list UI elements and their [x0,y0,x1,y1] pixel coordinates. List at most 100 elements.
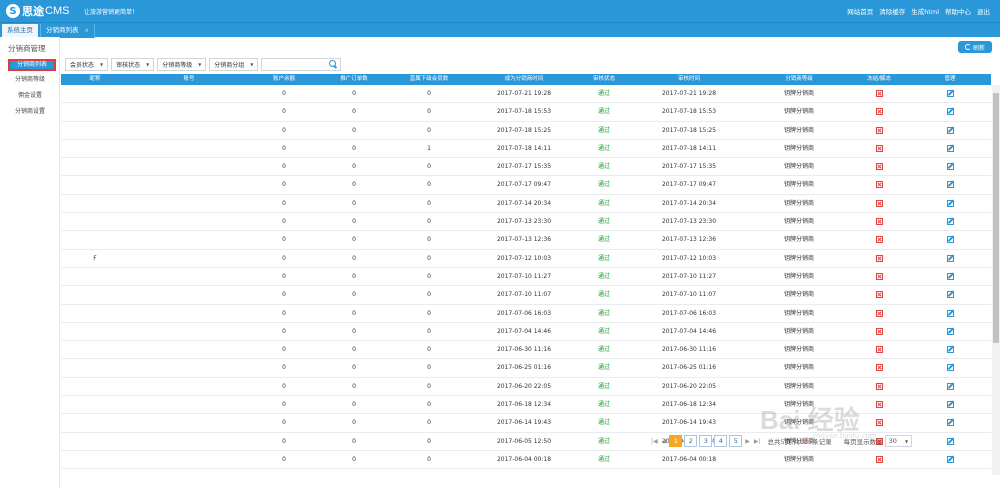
freeze-toggle-icon[interactable] [875,236,883,244]
cell-orders: 0 [352,163,356,171]
link-site-home[interactable]: 网站首页 [847,6,873,16]
col-audit-status[interactable]: 审核状态 [579,74,629,85]
scrollbar-thumb[interactable] [993,93,999,343]
freeze-toggle-icon[interactable] [875,90,883,97]
search-input[interactable] [261,58,342,71]
cell-manage [909,195,991,212]
edit-icon[interactable] [946,327,954,335]
cell-join-time: 2017-07-13 23:30 [496,218,552,226]
cell-manage [909,176,991,193]
cell-audit-status: 通过 [597,181,610,189]
tab-system-home[interactable]: 系统主页 [2,24,38,38]
freeze-toggle-icon[interactable] [875,254,883,262]
freeze-toggle-icon[interactable] [875,346,883,354]
edit-icon[interactable] [946,309,954,317]
distributor-group-select[interactable]: 分销商分组 ▼ [209,58,259,71]
link-generate-html[interactable]: 生成html [911,6,939,16]
freeze-toggle-icon[interactable] [875,199,883,207]
edit-icon[interactable] [946,272,954,280]
freeze-toggle-icon[interactable] [875,181,883,189]
table-row: 0 0 0 2017-07-14 20:34 通过 2017-07-14 20:34 钥牌分… [61,195,991,214]
freeze-toggle-icon[interactable] [875,218,883,226]
col-join-time[interactable]: 成为分销商时间 [469,74,579,85]
freeze-toggle-icon[interactable] [875,126,883,134]
sidebar-item-distributor-level[interactable]: 分销商等级 [0,74,60,86]
cell-subordinates: 0 [427,401,431,409]
link-help-center[interactable]: 帮助中心 [945,6,971,16]
cell-freeze [849,323,909,340]
cell-audit-status: 通过 [597,163,610,171]
cell-freeze [849,103,909,120]
edit-icon[interactable] [946,346,954,354]
prev-page-icon[interactable]: ◀ [661,438,668,445]
cell-orders: 0 [352,181,356,189]
freeze-toggle-icon[interactable] [875,382,883,390]
cell-join-time: 2017-06-20 22:05 [496,382,552,390]
vertical-scrollbar[interactable] [992,85,1000,475]
cell-audit-status: 通过 [597,291,610,299]
logo[interactable]: S 思途 CMS [6,3,69,19]
edit-icon[interactable] [946,108,954,116]
link-clear-cache[interactable]: 清除缓存 [879,6,905,16]
link-logout[interactable]: 退出 [977,6,990,16]
sidebar-item-distributor-settings[interactable]: 分销商设置 [0,106,60,118]
cell-manage [909,451,991,468]
search-icon[interactable] [328,60,338,70]
freeze-toggle-icon[interactable] [875,108,883,116]
tab-distributor-list[interactable]: 分销商列表 × [40,24,95,38]
cell-account [129,250,249,267]
member-status-select[interactable]: 会员状态 ▼ [65,58,109,71]
page-button-2[interactable]: 2 [684,435,698,447]
freeze-toggle-icon[interactable] [875,309,883,317]
cell-freeze [849,378,909,395]
edit-icon[interactable] [946,218,954,226]
page-button-4[interactable]: 4 [714,435,728,447]
close-icon[interactable]: × [85,28,89,34]
edit-icon[interactable] [946,364,954,372]
page-button-3[interactable]: 3 [699,435,713,447]
col-balance[interactable]: 账户余额 [249,74,319,85]
edit-icon[interactable] [946,144,954,152]
cell-manage [909,85,991,102]
cell-balance: 0 [282,144,286,152]
cell-nickname [61,341,129,358]
chevron-down-icon: ▼ [100,62,104,67]
edit-icon[interactable] [946,236,954,244]
edit-icon[interactable] [946,126,954,134]
col-orders[interactable]: 推广订单数 [319,74,389,85]
table-row: 0 0 0 2017-07-18 15:53 通过 2017-07-18 15:53 钥牌分… [61,103,991,122]
edit-icon[interactable] [946,382,954,390]
edit-icon[interactable] [946,455,954,463]
freeze-toggle-icon[interactable] [875,144,883,152]
sidebar-item-distributor-list[interactable]: 分销商列表 [8,59,56,71]
next-page-icon[interactable]: ▶ [744,438,751,445]
distributor-level-select[interactable]: 分销商等级 ▼ [157,58,207,71]
edit-icon[interactable] [946,291,954,299]
sidebar-item-commission-settings[interactable]: 佣金设置 [0,90,60,102]
edit-icon[interactable] [946,181,954,189]
refresh-button[interactable]: 刷新 [958,41,992,53]
col-level[interactable]: 分销商等级 [749,74,849,85]
page-button-1[interactable]: 1 [669,435,683,447]
freeze-toggle-icon[interactable] [875,364,883,372]
first-page-icon[interactable]: |◀ [650,438,659,445]
cell-nickname [61,176,129,193]
cell-account [129,359,249,376]
col-nickname[interactable]: 昵称 [61,74,129,85]
cell-audit-time: 2017-07-17 09:47 [661,181,717,189]
edit-icon[interactable] [946,163,954,171]
edit-icon[interactable] [946,199,954,207]
cell-manage [909,286,991,303]
freeze-toggle-icon[interactable] [875,272,883,280]
freeze-toggle-icon[interactable] [875,291,883,299]
edit-icon[interactable] [946,90,954,97]
col-audit-time[interactable]: 审核时间 [629,74,749,85]
freeze-toggle-icon[interactable] [875,163,883,171]
freeze-toggle-icon[interactable] [875,327,883,335]
col-subordinates[interactable]: 直属下级会员数 [389,74,469,85]
freeze-toggle-icon[interactable] [875,455,883,463]
page-button-5[interactable]: 5 [729,435,743,447]
audit-status-select[interactable]: 审核状态 ▼ [111,58,155,71]
edit-icon[interactable] [946,254,954,262]
col-account[interactable]: 账号 [129,74,249,85]
